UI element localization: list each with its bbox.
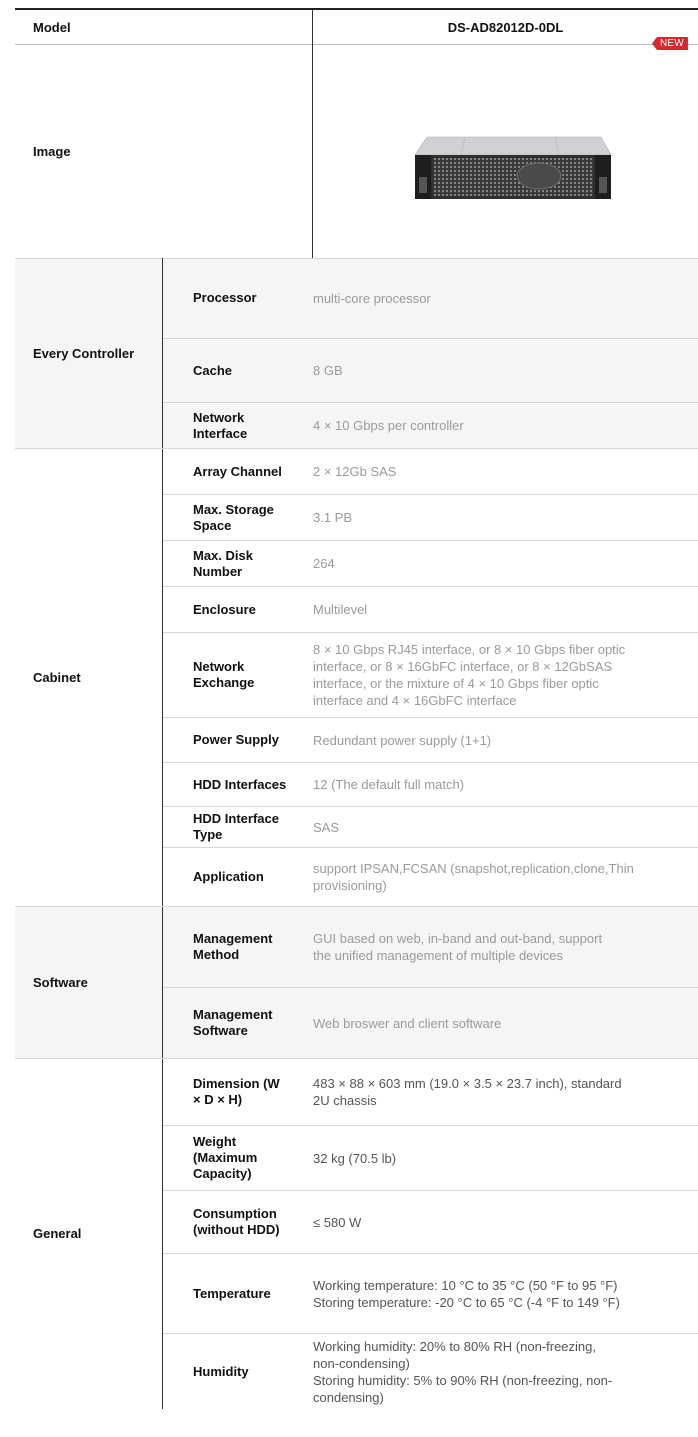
row-value-application: support IPSAN,FCSAN (snapshot,replicatio… [313, 861, 634, 893]
product-image [405, 125, 619, 207]
row-value-enclosure: Multilevel [313, 602, 368, 617]
row-value-hdd-interfaces: 12 (The default full match) [313, 777, 465, 792]
group-cabinet: Cabinet [33, 669, 81, 685]
row-value-max-storage: 3.1 PB [313, 510, 353, 525]
row-value-weight: 32 kg (70.5 lb) [313, 1150, 397, 1166]
model-column-divider [312, 10, 313, 258]
row-value-array-channel: 2 × 12Gb SAS [313, 464, 397, 479]
row-value-management-method: GUI based on web, in-band and out-band, … [313, 931, 603, 963]
row-value-consumption: ≤ 580 W [313, 1214, 362, 1230]
image-label: Image [33, 144, 71, 159]
row-value-dimension: 483 × 88 × 603 mm (19.0 × 3.5 × 23.7 inc… [313, 1076, 622, 1108]
row-value-power-supply: Redundant power supply (1+1) [313, 732, 492, 748]
model-label: Model [33, 19, 71, 35]
group-general: General [33, 1226, 82, 1241]
row-value-humidity: Working humidity: 20% to 80% RH (non-fre… [313, 1338, 613, 1405]
group-every-controller: Every Controller [33, 345, 135, 361]
row-value-temperature: Working temperature: 10 °C to 35 °C (50 … [313, 1277, 620, 1310]
row-value-network-interface: 4 × 10 Gbps per controller [313, 418, 464, 433]
model-value: DS-AD82012D-0DL [447, 19, 564, 35]
spec-table: Model DS-AD82012D-0DL Image NEW Every Co… [0, 0, 698, 1437]
row-value-processor: multi-core processor [313, 290, 431, 306]
row-value-cache: 8 GB [313, 363, 343, 378]
row-value-management-software: Web broswer and client software [313, 1015, 502, 1031]
group-software: Software [33, 974, 88, 990]
new-badge: NEW [652, 37, 688, 50]
row-value-max-disk: 264 [313, 556, 335, 571]
row-value-hdd-interface-type: SAS [313, 819, 340, 835]
row-value-network-exchange: 8 × 10 Gbps RJ45 interface, or 8 × 10 Gb… [313, 642, 626, 708]
